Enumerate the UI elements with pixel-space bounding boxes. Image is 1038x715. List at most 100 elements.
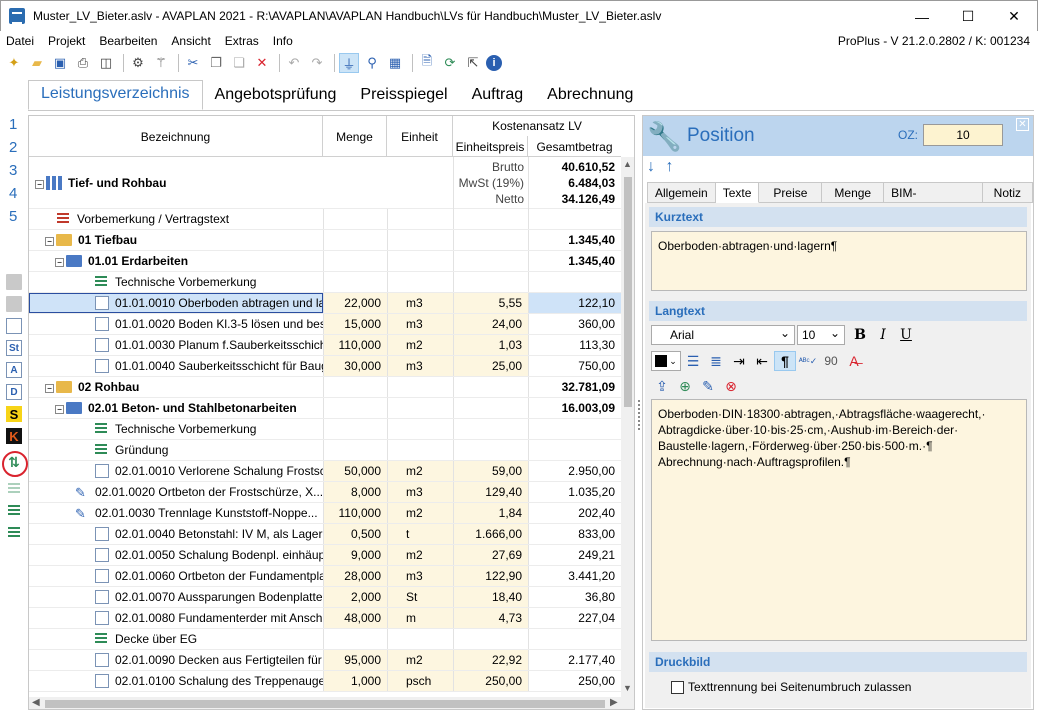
table-row[interactable]: 02.01.0060 Ortbeton der Fundamentpla... 2… [29, 566, 621, 587]
cell-menge[interactable]: 2,000 [323, 587, 387, 607]
s-icon[interactable]: S [6, 406, 22, 422]
cell-einheit[interactable]: m2 [387, 503, 453, 523]
tab-preisspiegel[interactable]: Preisspiegel [348, 82, 459, 110]
header-bezeichnung[interactable]: Bezeichnung [29, 116, 323, 157]
header-einheitspreis[interactable]: Einheitspreis [453, 136, 528, 157]
level-5-button[interactable]: 5 [9, 208, 17, 225]
collapse-icon[interactable]: − [45, 384, 54, 393]
table-row[interactable]: 02.01.0090 Decken aus Fertigteilen für .… [29, 650, 621, 671]
cell-gesamtbetrag[interactable]: 2.177,40 [528, 650, 621, 670]
hscroll-thumb[interactable] [45, 700, 605, 708]
remove-text-icon[interactable]: ⊗ [720, 376, 742, 396]
cell-menge[interactable]: 110,000 [323, 503, 387, 523]
cell-einheitspreis[interactable]: 129,40 [453, 482, 528, 502]
tab-auftrag[interactable]: Auftrag [460, 82, 536, 110]
tab-texte[interactable]: Texte [715, 182, 760, 203]
info-icon[interactable]: i [486, 55, 502, 71]
table-row[interactable]: ✎ 02.01.0020 Ortbeton der Frostschürze, X… [29, 482, 621, 503]
cell-einheit[interactable]: m2 [387, 335, 453, 355]
maximize-button[interactable]: ☐ [945, 1, 991, 32]
summary-row[interactable]: − Tief- und Rohbau Brutto MwSt (19%) Nett… [29, 157, 621, 209]
tab-menge[interactable]: Menge [822, 182, 885, 203]
texttrennung-row[interactable]: Texttrennung bei Seitenumbruch zulassen [671, 680, 911, 694]
tab-notiz[interactable]: Notiz [982, 182, 1033, 203]
table-row[interactable]: 02.01.0010 Verlorene Schalung Frostsch..… [29, 461, 621, 482]
tab-allgemein[interactable]: Allgemein [647, 182, 716, 203]
cell-menge[interactable]: 110,000 [323, 335, 387, 355]
edit-text-icon[interactable]: ✎ [697, 376, 719, 396]
cell-menge[interactable]: 48,000 [323, 608, 387, 628]
filter-icon[interactable]: ⏚ [339, 53, 359, 73]
text-lines-icon[interactable] [6, 524, 22, 540]
cell-einheit[interactable]: m [387, 608, 453, 628]
table-icon[interactable]: ▦ [385, 53, 405, 73]
table-row[interactable]: 02.01.0050 Schalung Bodenpl. einhäuptig 9… [29, 545, 621, 566]
tab-abrechnung[interactable]: Abrechnung [535, 82, 645, 110]
new-icon[interactable]: ✦ [4, 53, 24, 73]
color-picker[interactable]: ⌄ [651, 351, 681, 371]
cell-gesamtbetrag[interactable]: 3.441,20 [528, 566, 621, 586]
menu-datei[interactable]: Datei [6, 34, 34, 48]
cell-gesamtbetrag[interactable]: 750,00 [528, 356, 621, 376]
cell-einheit[interactable]: m3 [387, 293, 453, 313]
cell-einheitspreis[interactable]: 1,03 [453, 335, 528, 355]
a-icon[interactable]: A [6, 362, 22, 378]
cell-einheit[interactable]: t [387, 524, 453, 544]
redo-icon[interactable]: ↷ [307, 53, 327, 73]
cell-einheitspreis[interactable]: 122,90 [453, 566, 528, 586]
text-lines-icon[interactable] [6, 502, 22, 518]
table-row[interactable]: 02.01.0080 Fundamenterder mit Anschl... 4… [29, 608, 621, 629]
level-1-button[interactable]: 1 [9, 116, 17, 133]
cell-einheitspreis[interactable]: 27,69 [453, 545, 528, 565]
panel-close-icon[interactable]: ✕ [1016, 118, 1029, 131]
cell-menge[interactable]: 50,000 [323, 461, 387, 481]
add-text-icon[interactable]: ⊕ [674, 376, 696, 396]
collapse-icon[interactable]: − [45, 237, 54, 246]
level-3-button[interactable]: 3 [9, 162, 17, 179]
collapse-icon[interactable]: − [55, 258, 64, 267]
cell-einheitspreis[interactable]: 4,73 [453, 608, 528, 628]
grid-vertical-scrollbar[interactable]: ▲ ▼ [621, 157, 634, 697]
cell-einheit[interactable]: m3 [387, 314, 453, 334]
clear-format-icon[interactable]: A̶ [843, 351, 865, 371]
table-row[interactable]: Technische Vorbemerkung [29, 272, 621, 293]
menu-bearbeiten[interactable]: Bearbeiten [99, 34, 157, 48]
folder-grey-icon[interactable] [6, 296, 22, 312]
cell-menge[interactable]: 95,000 [323, 650, 387, 670]
settings-icon[interactable]: ⚙ [128, 53, 148, 73]
cell-gesamtbetrag[interactable]: 202,40 [528, 503, 621, 523]
langtext-field[interactable]: Oberboden·DIN·18300·abtragen,·Abtragsflä… [651, 399, 1027, 641]
header-einheit[interactable]: Einheit [387, 116, 453, 157]
refresh-icon[interactable]: ⟳ [440, 53, 460, 73]
tab-bim-splitmenge[interactable]: BIM-Splitmenge [884, 182, 983, 220]
tab-leistungsverzeichnis[interactable]: Leistungsverzeichnis [28, 80, 203, 110]
k-icon[interactable]: K [6, 428, 22, 444]
arrow-down-icon[interactable]: ↓ [647, 158, 655, 175]
indent-icon[interactable]: ⇥ [728, 351, 750, 371]
cell-menge[interactable]: 1,000 [323, 671, 387, 691]
table-row[interactable]: 02.01.0100 Schalung des Treppenauges 1,00… [29, 671, 621, 692]
kurztext-field[interactable]: Oberboden·abtragen·und·lagern¶ [651, 231, 1027, 291]
print-icon[interactable]: ⎙ [73, 53, 93, 73]
cell-einheitspreis[interactable]: 24,00 [453, 314, 528, 334]
cell-einheit[interactable]: m3 [387, 482, 453, 502]
numbered-list-icon[interactable]: ≣ [705, 351, 727, 371]
table-row[interactable]: 02.01.0040 Betonstahl: IV M, als Lagerm.… [29, 524, 621, 545]
tab-preise[interactable]: Preise [759, 182, 823, 203]
level-2-button[interactable]: 2 [9, 139, 17, 156]
menu-extras[interactable]: Extras [225, 34, 259, 48]
table-row[interactable]: − 01.01 Erdarbeiten 1.345,40 [29, 251, 621, 272]
header-menge[interactable]: Menge [323, 116, 387, 157]
scroll-thumb[interactable] [624, 177, 632, 407]
cell-menge[interactable]: 15,000 [323, 314, 387, 334]
font-select[interactable]: Arial [651, 324, 795, 345]
export-icon[interactable]: ⇱ [463, 53, 483, 73]
table-row[interactable]: 01.01.0020 Boden Kl.3-5 lösen und bese..… [29, 314, 621, 335]
info-doc-icon[interactable]: 🗎 [417, 53, 437, 73]
scroll-right-icon[interactable]: ▶ [610, 697, 618, 708]
collapse-icon[interactable]: − [35, 180, 44, 189]
arrow-up-icon[interactable]: ↑ [665, 158, 673, 175]
cell-einheitspreis[interactable]: 59,00 [453, 461, 528, 481]
scroll-up-icon[interactable]: ▲ [623, 159, 632, 169]
cut-icon[interactable]: ✂ [183, 53, 203, 73]
